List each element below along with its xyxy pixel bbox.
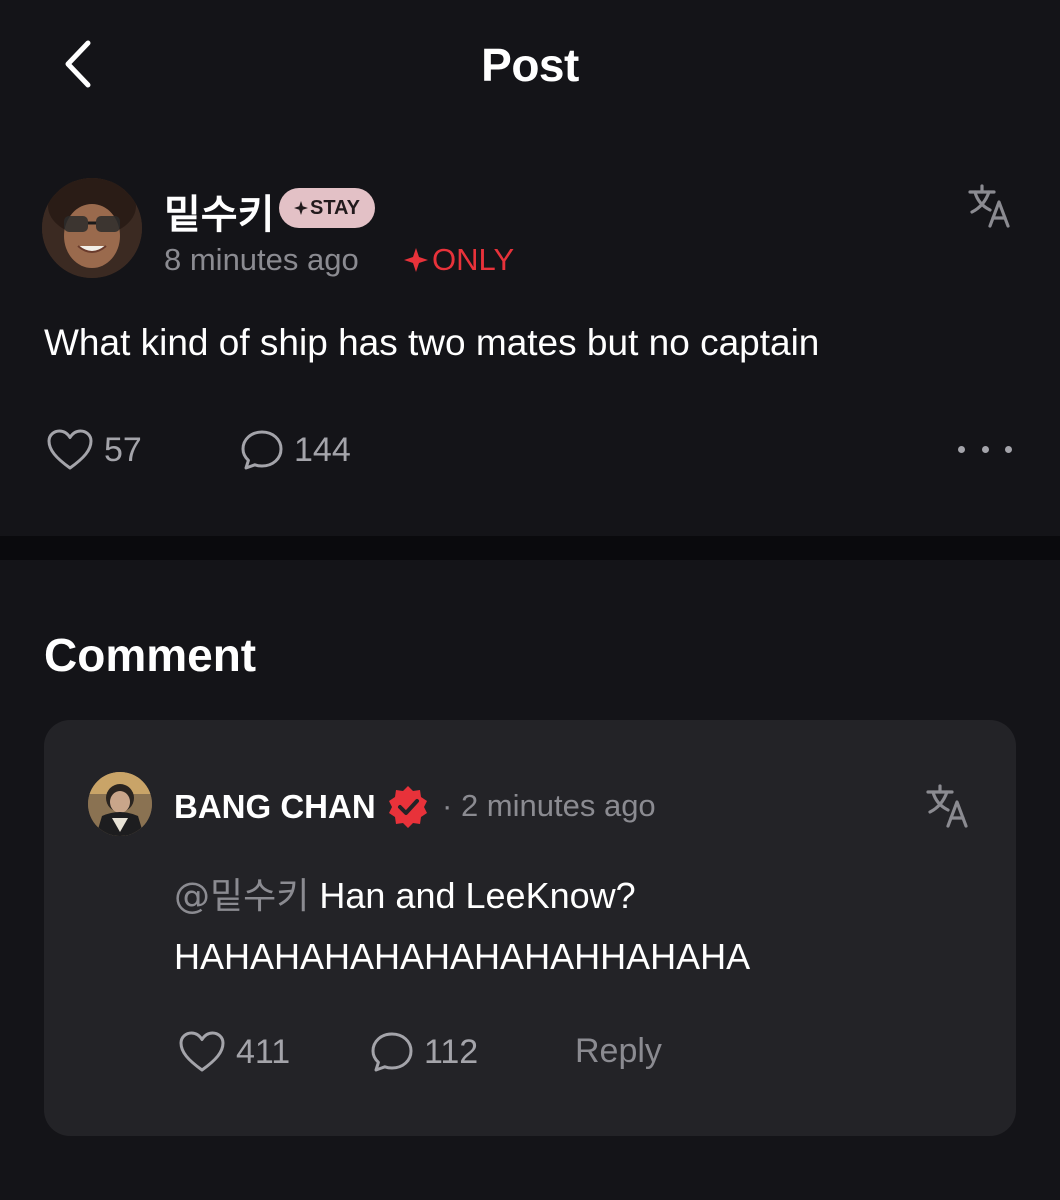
stay-badge-label: STAY — [309, 196, 361, 219]
comment-author-name[interactable]: BANG CHAN — [174, 788, 376, 826]
avatar-image — [88, 772, 152, 836]
avatar-image — [42, 178, 142, 278]
comment-bubble-icon — [241, 430, 283, 470]
post-comment-count: 144 — [294, 430, 351, 469]
more-options-button[interactable] — [958, 434, 1012, 464]
comment-author-avatar[interactable] — [88, 772, 152, 836]
stay-badge: STAY — [279, 188, 375, 228]
top-bar: Post — [0, 0, 1060, 130]
reply-button[interactable]: Reply — [575, 1032, 662, 1071]
post-translate-button[interactable] — [966, 182, 1014, 230]
post-author-name[interactable]: 밑수키 — [164, 182, 274, 240]
comment-replies-button[interactable]: 112 — [370, 1030, 478, 1074]
comment-text-line-2: HAHAHAHAHAHAHAHAHHAHAHA — [174, 936, 751, 977]
comment-translate-button[interactable] — [924, 782, 972, 830]
sparkle-icon — [293, 201, 308, 215]
comment-text: @밑수키 Han and LeeKnow? HAHAHAHAHAHAHAHAHH… — [174, 866, 750, 987]
post-author-avatar[interactable] — [42, 178, 142, 278]
comment-text-line-1: @밑수키 Han and LeeKnow? — [174, 866, 750, 927]
section-divider — [0, 536, 1060, 560]
comment-reply-count: 112 — [424, 1032, 479, 1071]
comment-like-button[interactable]: 411 — [178, 1030, 290, 1074]
post-timestamp: 8 minutes ago — [164, 242, 359, 277]
comment-card: BANG CHAN · 2 minutes ago @밑수키 Han and L… — [44, 720, 1016, 1136]
only-tag: ONLY — [404, 242, 514, 278]
verified-badge-icon — [386, 784, 430, 828]
comment-time-text: 2 minutes ago — [460, 788, 656, 823]
comment-text-1: Han and LeeKnow? — [319, 875, 636, 916]
sparkle-icon — [404, 248, 428, 272]
comment-bubble-icon — [371, 1032, 413, 1072]
post-comment-button[interactable]: 144 — [240, 428, 351, 472]
heart-icon — [47, 429, 93, 470]
translate-icon — [926, 784, 968, 828]
translate-icon — [968, 184, 1010, 228]
comments-section-title: Comment — [44, 629, 257, 681]
post-like-count: 57 — [104, 430, 142, 469]
comment-like-count: 411 — [236, 1032, 291, 1071]
more-dots-icon — [958, 445, 965, 453]
post-like-button[interactable]: 57 — [46, 428, 142, 472]
page-title: Post — [481, 39, 579, 91]
comment-timestamp: · 2 minutes ago — [442, 788, 656, 823]
only-label: ONLY — [432, 242, 515, 277]
post: 밑수키 STAY 8 minutes ago ONLY What kind of… — [0, 130, 1060, 536]
comment-mention[interactable]: @밑수키 — [174, 876, 309, 917]
post-text: What kind of ship has two mates but no c… — [44, 322, 820, 363]
heart-icon — [179, 1031, 225, 1072]
